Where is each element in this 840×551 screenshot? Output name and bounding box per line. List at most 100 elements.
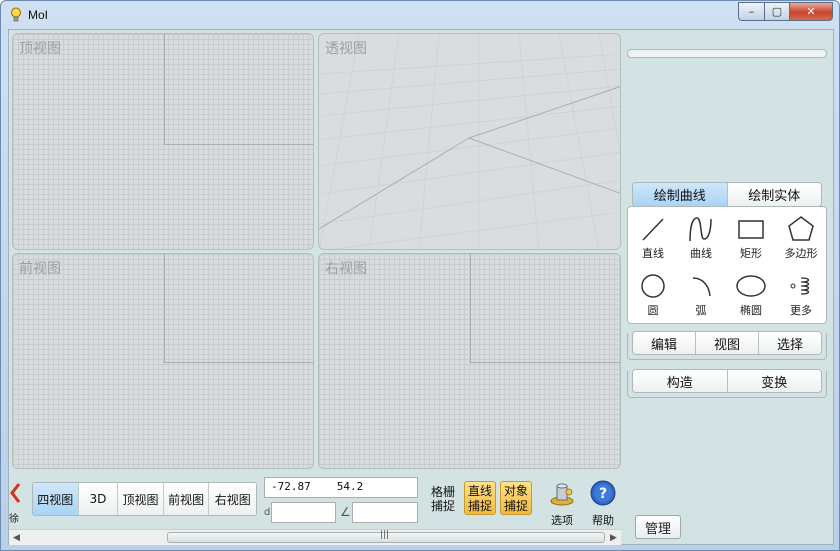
axis-line bbox=[164, 34, 165, 144]
tab-draw-solids[interactable]: 绘制实体 bbox=[727, 183, 821, 206]
tool-label: 椭圆 bbox=[740, 304, 762, 317]
axis-line bbox=[164, 362, 313, 363]
back-label: 徐 bbox=[9, 514, 19, 525]
viewport-label: 前视图 bbox=[19, 261, 61, 277]
arc-tool-button[interactable]: 弧 bbox=[678, 268, 724, 324]
options-label: 选项 bbox=[551, 514, 573, 527]
helix-icon bbox=[790, 277, 810, 295]
circle-icon bbox=[641, 274, 665, 298]
viewport-top[interactable]: 顶视图 bbox=[12, 33, 314, 250]
viewport-perspective[interactable]: 透视图 bbox=[318, 33, 621, 250]
axis-line bbox=[164, 144, 313, 145]
command-tabs-2: 构造 变换 bbox=[632, 369, 822, 393]
tool-label: 弧 bbox=[695, 304, 707, 317]
x-coordinate: -72.87 bbox=[271, 480, 311, 493]
circle-tool-button[interactable]: 圆 bbox=[630, 268, 676, 324]
distance-icon: d bbox=[264, 507, 271, 518]
horizontal-scrollbar[interactable]: ◀ ||| ▶ bbox=[9, 529, 621, 545]
grip-icon: ||| bbox=[380, 530, 390, 540]
gear-cylinder-icon bbox=[550, 483, 574, 506]
title-bar[interactable]: MoI – ▢ ✕ bbox=[1, 1, 839, 29]
xy-coordinate-input[interactable]: -72.87 54.2 bbox=[264, 477, 418, 498]
draw-tool-panel: 直线 曲线 矩形 多边形 圆 弧 椭圆 更多 bbox=[627, 206, 827, 324]
view-switch-bar: 四视图 3D 顶视图 前视图 右视图 bbox=[32, 482, 257, 516]
tool-label: 更多 bbox=[790, 304, 812, 317]
close-icon: ✕ bbox=[806, 5, 816, 18]
scroll-right-icon[interactable]: ▶ bbox=[610, 533, 617, 543]
axis-line bbox=[470, 362, 620, 363]
viewport-label: 顶视图 bbox=[19, 41, 61, 57]
tool-label: 多边形 bbox=[784, 247, 818, 260]
tab-edit[interactable]: 编辑 bbox=[633, 332, 696, 354]
axis-line bbox=[164, 254, 165, 362]
tool-label: 曲线 bbox=[690, 247, 712, 260]
tab-draw-curves[interactable]: 绘制曲线 bbox=[633, 183, 728, 206]
y-coordinate: 54.2 bbox=[336, 480, 364, 493]
close-button[interactable]: ✕ bbox=[789, 2, 833, 21]
tool-label: 矩形 bbox=[740, 247, 762, 260]
front-view-button[interactable]: 前视图 bbox=[163, 483, 210, 515]
viewport-right[interactable]: 右视图 bbox=[318, 253, 621, 469]
perspective-grid bbox=[319, 34, 620, 249]
line-tool-button[interactable]: 直线 bbox=[630, 211, 676, 267]
manage-button[interactable]: 管理 bbox=[635, 515, 681, 539]
arc-icon bbox=[692, 277, 711, 297]
line-icon bbox=[642, 218, 664, 241]
tab-view[interactable]: 视图 bbox=[696, 332, 759, 354]
polygon-tool-button[interactable]: 多边形 bbox=[778, 211, 824, 267]
grid-snap-line2: 捕捉 bbox=[430, 499, 455, 513]
minimize-icon: – bbox=[748, 5, 755, 18]
help-button[interactable]: ? 帮助 bbox=[587, 480, 619, 528]
scroll-thumb[interactable]: ||| bbox=[167, 530, 605, 543]
line-snap-toggle[interactable]: 直线 捕捉 bbox=[464, 481, 496, 515]
draw-tabs: 绘制曲线 绘制实体 bbox=[632, 182, 822, 207]
line-snap-line2: 捕捉 bbox=[467, 499, 492, 513]
maximize-icon: ▢ bbox=[771, 5, 783, 18]
four-view-button[interactable]: 四视图 bbox=[33, 483, 79, 515]
curve-tool-button[interactable]: 曲线 bbox=[678, 211, 724, 267]
rectangle-icon bbox=[738, 220, 764, 239]
help-label: 帮助 bbox=[592, 514, 614, 527]
scroll-left-icon[interactable]: ◀ bbox=[13, 533, 20, 543]
line-snap-line1: 直线 bbox=[467, 484, 492, 498]
options-button[interactable]: 选项 bbox=[546, 480, 578, 528]
object-snap-line2: 捕捉 bbox=[503, 499, 528, 513]
ellipse-tool-button[interactable]: 椭圆 bbox=[728, 268, 774, 324]
ellipse-icon bbox=[736, 275, 766, 297]
tool-label: 直线 bbox=[642, 247, 664, 260]
tab-construct[interactable]: 构造 bbox=[633, 370, 728, 392]
client-area: 顶视图 透视图 前视图 右视图 绘制曲线 绘制实体 直线 曲线 矩形 多边形 圆… bbox=[8, 29, 834, 545]
app-window: MoI – ▢ ✕ 顶视图 透视图 前视图 右视图 绘制曲线 绘制实体 直线 曲… bbox=[0, 0, 840, 551]
window-title: MoI bbox=[28, 8, 49, 22]
minimize-button[interactable]: – bbox=[738, 2, 764, 21]
svg-text:?: ? bbox=[599, 486, 607, 502]
tool-label: 圆 bbox=[647, 304, 659, 317]
angle-input[interactable] bbox=[352, 502, 418, 523]
tab-select[interactable]: 选择 bbox=[759, 332, 821, 354]
command-tabs-1: 编辑 视图 选择 bbox=[632, 331, 822, 355]
rectangle-tool-button[interactable]: 矩形 bbox=[728, 211, 774, 267]
chevron-left-icon[interactable] bbox=[9, 482, 21, 504]
grid-snap-toggle[interactable]: 格栅 捕捉 bbox=[429, 485, 457, 513]
axis-line bbox=[470, 254, 471, 362]
object-snap-line1: 对象 bbox=[503, 484, 528, 498]
properties-slot bbox=[627, 49, 827, 58]
more-tool-button[interactable]: 更多 bbox=[778, 268, 824, 324]
right-view-button[interactable]: 右视图 bbox=[209, 483, 256, 515]
grid-snap-line1: 格栅 bbox=[430, 485, 455, 499]
top-view-button[interactable]: 顶视图 bbox=[118, 483, 164, 515]
maximize-button[interactable]: ▢ bbox=[764, 2, 789, 21]
polygon-icon bbox=[788, 216, 814, 241]
3d-view-button[interactable]: 3D bbox=[78, 483, 119, 515]
viewport-label: 右视图 bbox=[325, 261, 367, 277]
object-snap-toggle[interactable]: 对象 捕捉 bbox=[500, 481, 532, 515]
distance-input[interactable] bbox=[271, 502, 336, 523]
help-icon: ? bbox=[590, 480, 616, 506]
lightbulb-icon bbox=[11, 7, 21, 22]
viewport-label: 透视图 bbox=[325, 41, 367, 57]
angle-icon: ∠ bbox=[340, 505, 351, 519]
tab-transform[interactable]: 变换 bbox=[727, 370, 821, 392]
curve-icon bbox=[689, 217, 712, 242]
viewport-front[interactable]: 前视图 bbox=[12, 253, 314, 469]
window-controls: – ▢ ✕ bbox=[738, 2, 833, 22]
